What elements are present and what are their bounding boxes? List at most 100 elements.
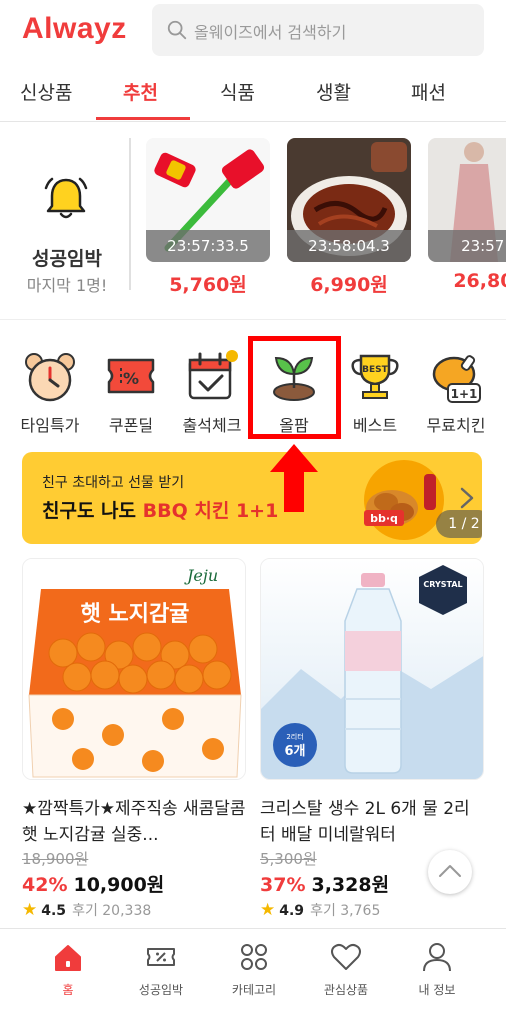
crystal-brand-text: CRYSTAL (423, 580, 462, 589)
tab-living[interactable]: 생활 (316, 78, 351, 105)
banner-title-prefix: 친구도 나도 (42, 500, 143, 522)
review-count: 후기 20,338 (72, 903, 152, 919)
menu-label: 쿠폰딜 (108, 416, 154, 435)
price-row: 42% 10,900원 (22, 870, 164, 897)
home-icon (55, 945, 81, 971)
app-header: Alwayz 올웨이즈에서 검색하기 (0, 0, 506, 62)
category-tabs: 신상품 추천 식품 생활 패션 (0, 62, 506, 122)
bell-icon (44, 177, 88, 219)
menu-item-free-chicken[interactable]: 1+1 무료치킨 (416, 340, 496, 440)
sale-price: 3,328원 (311, 874, 390, 896)
deal-timer: 23:57:4 (428, 230, 506, 262)
deal-timer: 23:58:04.3 (287, 230, 411, 262)
water-bottle-image: CRYSTAL 2리터 6개 (261, 559, 483, 779)
original-price: 5,300원 (260, 850, 317, 868)
chevron-up-icon (439, 865, 461, 877)
banner-subtitle: 친구 초대하고 선물 받기 (42, 475, 185, 491)
search-icon (167, 20, 187, 40)
discount-rate: 37% (260, 874, 306, 896)
menu-label: 타임특가 (20, 416, 80, 435)
deal-item-image[interactable]: 23:57:4 (428, 138, 506, 262)
tab-new[interactable]: 신상품 (20, 78, 72, 105)
nav-label: 성공임박 (138, 983, 184, 997)
product-image[interactable]: Jeju 햇 노지감귤 (22, 558, 246, 780)
star-icon: ★ (22, 900, 38, 920)
svg-text:%: % (123, 369, 139, 388)
original-price: 18,900원 (22, 850, 89, 868)
badge-volume-text: 2리터 (286, 732, 303, 741)
box-label-text: 햇 노지감귤 (81, 602, 190, 627)
rating-value: 4.9 (279, 903, 305, 919)
nav-label: 내 정보 (418, 983, 456, 997)
chevron-right-icon[interactable] (458, 486, 476, 510)
menu-item-best[interactable]: BEST 베스트 (335, 340, 415, 440)
deal-subtitle: 마지막 1명! (26, 276, 108, 295)
coupon-icon: % (107, 358, 155, 394)
deal-price: 26,800 (453, 270, 506, 292)
search-bar[interactable]: 올웨이즈에서 검색하기 (152, 4, 484, 56)
nav-label: 카테고리 (231, 983, 277, 997)
svg-text:1+1: 1+1 (451, 387, 478, 401)
star-icon: ★ (260, 900, 276, 920)
badge-count-text: 6개 (284, 744, 305, 759)
nav-category[interactable]: 카테고리 (204, 941, 304, 1005)
divider (129, 138, 131, 290)
rating-value: 4.5 (41, 903, 67, 919)
jeju-brand-text: Jeju (184, 566, 218, 585)
tab-fashion[interactable]: 패션 (411, 78, 446, 105)
nav-home[interactable]: 홈 (18, 941, 118, 1005)
nav-label: 홈 (62, 983, 74, 997)
deal-price: 5,760원 (169, 274, 247, 296)
banner-pagination: 1 / 2 (436, 510, 482, 538)
rating-row: ★ 4.5 후기 20,338 (22, 900, 151, 920)
tab-recommended[interactable]: 추천 (123, 78, 158, 105)
menu-label: 출석체크 (182, 416, 242, 435)
nav-label: 관심상품 (323, 983, 369, 997)
grid-icon (241, 944, 267, 970)
menu-item-attendance[interactable]: 출석체크 (172, 340, 252, 440)
user-icon (423, 943, 451, 972)
tab-food[interactable]: 식품 (220, 78, 255, 105)
price-row: 37% 3,328원 (260, 870, 389, 897)
heart-icon (331, 943, 361, 970)
deal-title: 성공임박 (32, 248, 102, 270)
red-arrow-icon (270, 444, 318, 512)
product-name[interactable]: 크리스탈 생수 2L 6개 물 2리터 배달 미네랄워터 (260, 796, 484, 848)
calendar-check-icon (188, 350, 238, 400)
chicken-illustration: bb·q (364, 460, 444, 540)
banner-title-highlight: BBQ 치킨 1+1 (142, 500, 279, 522)
menu-item-time-deal[interactable]: 타임특가 (10, 340, 90, 440)
nav-closing-soon[interactable]: 성공임박 (111, 941, 211, 1005)
rating-row: ★ 4.9 후기 3,765 (260, 900, 380, 920)
discount-rate: 42% (22, 874, 68, 896)
banner-title: 친구도 나도 BBQ 치킨 1+1 (42, 496, 278, 523)
nav-my-info[interactable]: 내 정보 (387, 941, 487, 1005)
trophy-icon: BEST (351, 354, 399, 399)
highlight-box (248, 336, 341, 439)
deal-price: 6,990원 (310, 274, 388, 296)
product-image[interactable]: CRYSTAL 2리터 6개 (260, 558, 484, 780)
scroll-to-top-button[interactable] (428, 850, 472, 894)
bottom-navigation: 홈 성공임박 카테고리 관심상품 내 정보 (0, 928, 506, 1010)
menu-label: 무료치킨 (426, 416, 486, 435)
ticket-icon (147, 948, 175, 966)
product-name[interactable]: ★깜짝특가★제주직송 새콤달콤 햇 노지감귤 실중... (22, 796, 246, 848)
deal-item-image[interactable]: 23:58:04.3 (287, 138, 411, 262)
app-logo[interactable]: Alwayz (22, 12, 127, 46)
review-count: 후기 3,765 (310, 903, 381, 919)
deal-item-image[interactable]: 23:57:33.5 (146, 138, 270, 262)
svg-text:BEST: BEST (362, 365, 388, 375)
chicken-icon: 1+1 (432, 355, 481, 403)
search-placeholder: 올웨이즈에서 검색하기 (194, 23, 347, 42)
menu-label: 베스트 (352, 416, 398, 435)
nav-wishlist[interactable]: 관심상품 (296, 941, 396, 1005)
deal-timer: 23:57:33.5 (146, 230, 270, 262)
menu-item-coupon-deal[interactable]: % 쿠폰딜 (91, 340, 171, 440)
alarm-clock-icon (25, 353, 75, 402)
promo-banner[interactable]: 친구 초대하고 선물 받기 친구도 나도 BBQ 치킨 1+1 bb·q 1 /… (22, 452, 482, 544)
tangerine-box-image: Jeju 햇 노지감귤 (23, 559, 245, 779)
sale-price: 10,900원 (73, 874, 165, 896)
closing-soon-section: 성공임박 마지막 1명! 23:57:33.5 5,760원 23:58:04.… (0, 124, 506, 320)
active-tab-indicator (96, 117, 190, 120)
bbq-logo-text: bb·q (370, 512, 398, 525)
